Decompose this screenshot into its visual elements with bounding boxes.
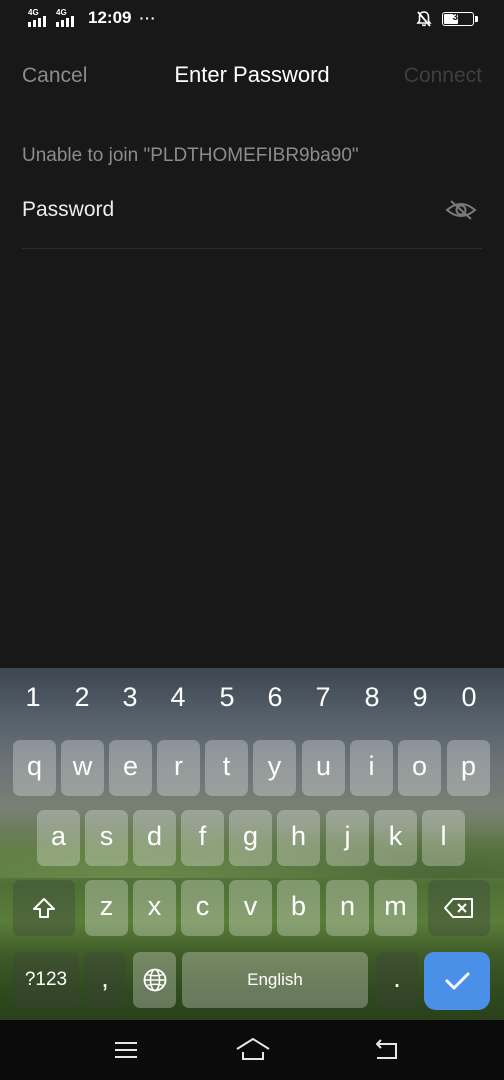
key-3[interactable]: 3 xyxy=(110,682,150,713)
key-l[interactable]: l xyxy=(422,810,465,866)
key-g[interactable]: g xyxy=(229,810,272,866)
key-a[interactable]: a xyxy=(37,810,80,866)
period-key[interactable]: . xyxy=(376,952,418,1008)
enter-key[interactable] xyxy=(424,952,490,1010)
language-key[interactable] xyxy=(133,952,176,1008)
shift-key[interactable] xyxy=(13,880,75,936)
key-r[interactable]: r xyxy=(157,740,200,796)
key-k[interactable]: k xyxy=(374,810,417,866)
battery-level: 39 xyxy=(452,12,464,23)
key-w[interactable]: w xyxy=(61,740,104,796)
back-icon[interactable] xyxy=(370,1036,402,1064)
key-8[interactable]: 8 xyxy=(352,682,392,713)
eye-off-icon[interactable] xyxy=(444,196,478,226)
signal-icon: 4G xyxy=(28,9,50,27)
key-4[interactable]: 4 xyxy=(158,682,198,713)
key-9[interactable]: 9 xyxy=(400,682,440,713)
signal-icon-2: 4G xyxy=(56,9,78,27)
key-p[interactable]: p xyxy=(447,740,490,796)
backspace-key[interactable] xyxy=(428,880,490,936)
key-y[interactable]: y xyxy=(253,740,296,796)
key-u[interactable]: u xyxy=(302,740,345,796)
menu-icon[interactable] xyxy=(110,1036,142,1064)
key-s[interactable]: s xyxy=(85,810,128,866)
key-v[interactable]: v xyxy=(229,880,272,936)
key-h[interactable]: h xyxy=(277,810,320,866)
status-right: 39 xyxy=(416,10,478,28)
status-left: 4G 4G 12:09 ··· xyxy=(28,8,156,28)
key-c[interactable]: c xyxy=(181,880,224,936)
key-t[interactable]: t xyxy=(205,740,248,796)
key-1[interactable]: 1 xyxy=(13,682,53,713)
key-e[interactable]: e xyxy=(109,740,152,796)
number-row: 1 2 3 4 5 6 7 8 9 0 xyxy=(0,682,504,722)
status-bar: 4G 4G 12:09 ··· 39 xyxy=(0,0,504,40)
soft-keyboard: 1 2 3 4 5 6 7 8 9 0 q w e r t y u i o p … xyxy=(0,668,504,1020)
password-field[interactable]: Password xyxy=(22,192,482,249)
shift-icon xyxy=(33,898,55,918)
error-message: Unable to join "PLDTHOMEFIBR9ba90" xyxy=(22,145,359,166)
password-placeholder: Password xyxy=(22,198,115,221)
key-2[interactable]: 2 xyxy=(62,682,102,713)
key-n[interactable]: n xyxy=(326,880,369,936)
key-d[interactable]: d xyxy=(133,810,176,866)
symbols-key[interactable]: ?123 xyxy=(13,952,79,1008)
key-5[interactable]: 5 xyxy=(207,682,247,713)
clock: 12:09 xyxy=(88,8,132,27)
space-bar[interactable]: English xyxy=(182,952,368,1008)
key-j[interactable]: j xyxy=(326,810,369,866)
globe-icon xyxy=(143,968,166,992)
key-6[interactable]: 6 xyxy=(255,682,295,713)
dialog-header: Cancel Enter Password Connect xyxy=(0,52,504,100)
key-x[interactable]: x xyxy=(133,880,176,936)
key-b[interactable]: b xyxy=(277,880,320,936)
key-i[interactable]: i xyxy=(350,740,393,796)
battery-icon: 39 xyxy=(442,12,478,26)
key-0[interactable]: 0 xyxy=(449,682,489,713)
comma-key[interactable]: , xyxy=(84,952,126,1008)
key-q[interactable]: q xyxy=(13,740,56,796)
more-notifications-icon: ··· xyxy=(139,10,157,26)
check-icon xyxy=(445,972,470,990)
key-7[interactable]: 7 xyxy=(303,682,343,713)
backspace-icon xyxy=(444,898,473,918)
navigation-bar xyxy=(0,1020,504,1080)
home-icon[interactable] xyxy=(234,1036,272,1064)
bell-off-icon xyxy=(416,11,432,27)
connect-button[interactable]: Connect xyxy=(404,64,482,88)
key-z[interactable]: z xyxy=(85,880,128,936)
key-o[interactable]: o xyxy=(398,740,441,796)
key-f[interactable]: f xyxy=(181,810,224,866)
key-m[interactable]: m xyxy=(374,880,417,936)
